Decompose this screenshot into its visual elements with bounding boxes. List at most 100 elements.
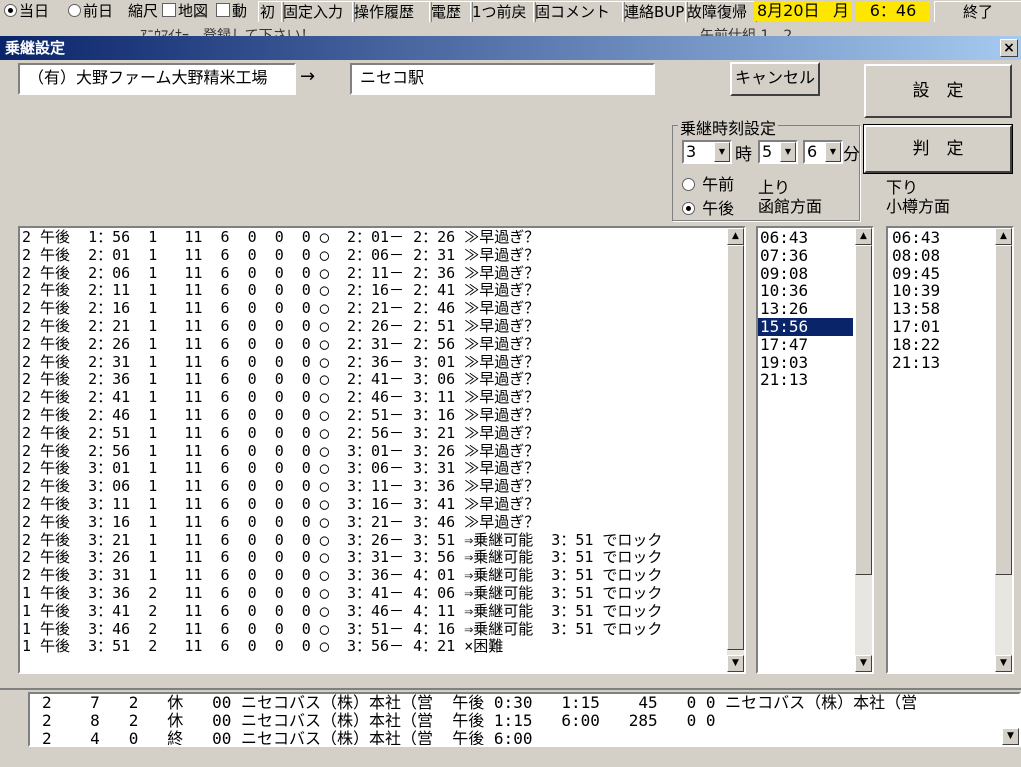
map-checkbox[interactable]: 地図 (162, 1, 208, 21)
list-item[interactable]: 17:47 (758, 335, 853, 354)
down-direction-label: 下り 小樽方面 (886, 178, 951, 216)
list-item[interactable]: 15:56 (758, 318, 853, 336)
list-item[interactable]: 1 午後 3：46 2 11 6 0 0 0 ◯ 3：51－ 4：16 ⇒乗継可… (22, 620, 744, 639)
list-item[interactable]: 2 午後 2：46 1 11 6 0 0 0 ◯ 2：51－ 3：16 ≫早過ぎ… (22, 406, 744, 425)
list-item[interactable]: 1 午後 3：36 2 11 6 0 0 0 ◯ 3：41－ 4：06 ⇒乗継可… (22, 584, 744, 603)
list-item[interactable]: 13:26 (758, 300, 853, 318)
chevron-down-icon: ▼ (780, 142, 796, 162)
cancel-button[interactable]: キャンセル (730, 62, 820, 96)
to-location-field[interactable]: ニセコ駅 (350, 63, 655, 95)
minute-tens-select[interactable]: 5 ▼ (758, 140, 798, 164)
list-item[interactable]: 2 午後 2：16 1 11 6 0 0 0 ◯ 2：21－ 2：46 ≫早過ぎ… (22, 299, 744, 318)
dialog-titlebar: 乗継設定 × (0, 36, 1021, 60)
list-item[interactable]: 2 午後 3：26 1 11 6 0 0 0 ◯ 3：31－ 3：56 ⇒乗継可… (22, 549, 744, 567)
list-item[interactable]: 18:22 (890, 335, 993, 354)
scroll-thumb[interactable] (727, 245, 744, 650)
transfer-result-list[interactable]: 2 午後 1：56 1 11 6 0 0 0 ◯ 2：01－ 2：26 ≫早過ぎ… (18, 226, 746, 674)
list-item[interactable]: 21:13 (890, 353, 993, 372)
operation-history-button[interactable]: 操作履歴 (352, 1, 432, 23)
list-item[interactable]: 2 8 2 休 00 ニセコバス（株）本社（営 午後 1:15 6:00 285… (42, 712, 1019, 730)
list-item[interactable]: 09:08 (758, 264, 853, 283)
radio-today[interactable]: 当日 (4, 1, 49, 21)
list-item[interactable]: 06:43 (758, 229, 853, 247)
list-item[interactable]: 2 午後 2：11 1 11 6 0 0 0 ◯ 2：16－ 2：41 ≫早過ぎ… (22, 282, 744, 300)
undo-button[interactable]: 1つ前戻 (470, 1, 536, 23)
fixed-input-button[interactable]: 固定入力 (281, 1, 355, 23)
list-item[interactable]: 2 午後 2：06 1 11 6 0 0 0 ◯ 2：11－ 2：36 ≫早過ぎ… (22, 264, 744, 283)
list-item[interactable]: 09:45 (890, 264, 993, 283)
checkbox-icon (216, 3, 230, 17)
list-item[interactable]: 13:58 (890, 300, 993, 318)
list-item[interactable]: 2 午後 3：11 1 11 6 0 0 0 ◯ 3：16－ 3：41 ≫早過ぎ… (22, 495, 744, 514)
list-item[interactable]: 07:36 (758, 246, 853, 265)
list-item[interactable]: 17:01 (890, 318, 993, 336)
close-button[interactable]: × (1000, 39, 1018, 57)
scroll-down-icon[interactable]: ▼ (995, 655, 1012, 672)
list-item[interactable]: 2 4 0 終 00 ニセコバス（株）本社（営 午後 6:00 (42, 730, 1019, 746)
divider (0, 688, 1021, 690)
list-item[interactable]: 2 午後 3：16 1 11 6 0 0 0 ◯ 3：21－ 3：46 ≫早過ぎ… (22, 513, 744, 532)
from-location-field[interactable]: （有）大野ファーム大野精米工場 (18, 63, 296, 95)
radio-icon (682, 178, 695, 191)
list-item[interactable]: 19:03 (758, 353, 853, 372)
down-list-scrollbar[interactable]: ▲ ▼ (995, 228, 1012, 672)
scroll-down-icon[interactable]: ▼ (727, 655, 744, 672)
fault-recovery-button[interactable]: 故障復帰 (685, 1, 757, 23)
list-item[interactable]: 2 午後 3：01 1 11 6 0 0 0 ◯ 3：06－ 3：31 ≫早過ぎ… (22, 460, 744, 478)
radio-prev-day[interactable]: 前日 (68, 1, 113, 21)
up-times-list[interactable]: 06:43 07:36 09:08 10:36 13:26 15:56 17:47 19:03… (756, 226, 874, 674)
status-left-text: ｱﾆｳﾏｲﾅｰ 登録して下さい！ (140, 28, 315, 36)
list-item[interactable]: 2 午後 2：26 1 11 6 0 0 0 ◯ 2：31－ 2：56 ≫早過ぎ… (22, 335, 744, 354)
comment-button[interactable]: 固コメント (533, 1, 625, 23)
list-item[interactable]: 2 午後 3：21 1 11 6 0 0 0 ◯ 3：26－ 3：51 ⇒乗継可… (22, 531, 744, 550)
scroll-down-icon[interactable]: ▼ (1002, 728, 1019, 745)
scroll-thumb[interactable] (855, 245, 872, 575)
schedule-list[interactable]: 2 7 2 休 00 ニセコバス（株）本社（営 午後 0:30 1:15 45 … (28, 692, 1021, 747)
scroll-down-icon[interactable]: ▼ (855, 655, 872, 672)
list-item[interactable]: 2 午後 2：01 1 11 6 0 0 0 ◯ 2：06－ 2：31 ≫早過ぎ… (22, 246, 744, 265)
list-item[interactable]: 2 午後 3：31 1 11 6 0 0 0 ◯ 3：36－ 4：01 ⇒乗継可… (22, 566, 744, 585)
pm-radio[interactable]: 午後 (682, 195, 734, 219)
list-item[interactable]: 2 午後 2：56 1 11 6 0 0 0 ◯ 3：01－ 3：26 ≫早過ぎ… (22, 442, 744, 461)
up-direction-label: 上り 函館方面 (758, 178, 823, 216)
time-display: 6：46 (856, 1, 930, 21)
scroll-up-icon[interactable]: ▲ (727, 228, 744, 245)
list-item[interactable]: 10:39 (890, 282, 993, 300)
hour-select[interactable]: 3 ▼ (682, 140, 732, 164)
hour-unit: 時 (735, 145, 752, 165)
list-item[interactable]: 2 午後 2：51 1 11 6 0 0 0 ◯ 2：56－ 3：21 ≫早過ぎ… (22, 424, 744, 443)
up-list-scrollbar[interactable]: ▲ ▼ (855, 228, 872, 672)
set-button[interactable]: 設 定 (864, 64, 1012, 118)
list-item[interactable]: 2 午後 2：41 1 11 6 0 0 0 ◯ 2：46－ 3：11 ≫早過ぎ… (22, 388, 744, 407)
scroll-thumb[interactable] (995, 245, 1012, 575)
scroll-up-icon[interactable]: ▲ (995, 228, 1012, 245)
dialog-title: 乗継設定 (5, 39, 66, 57)
list-item[interactable]: 2 午後 2：31 1 11 6 0 0 0 ◯ 2：36－ 3：01 ≫早過ぎ… (22, 353, 744, 372)
move-checkbox[interactable]: 動 (216, 1, 247, 21)
list-item[interactable]: 2 7 2 休 00 ニセコバス（株）本社（営 午後 0:30 1:15 45 … (42, 694, 1019, 712)
minute-ones-select[interactable]: 6 ▼ (803, 140, 843, 164)
status-strip: ｱﾆｳﾏｲﾅｰ 登録して下さい！ 午前仕組 1 2 (0, 22, 1021, 36)
shrink-button[interactable]: 縮尺 (128, 1, 158, 21)
list-item[interactable]: 21:13 (758, 371, 853, 389)
weekday-display: 月 (830, 1, 852, 21)
am-radio[interactable]: 午前 (682, 171, 734, 195)
list-item[interactable]: 2 午後 2：21 1 11 6 0 0 0 ◯ 2：26－ 2：51 ≫早過ぎ… (22, 317, 744, 336)
list-item[interactable]: 06:43 (890, 229, 993, 247)
call-history-button[interactable]: 電歴 (429, 1, 473, 23)
chevron-down-icon: ▼ (825, 142, 841, 162)
judge-button[interactable]: 判 定 (864, 125, 1012, 173)
result-list-scrollbar[interactable]: ▲ ▼ (727, 228, 744, 672)
list-item[interactable]: 2 午後 3：06 1 11 6 0 0 0 ◯ 3：11－ 3：36 ≫早過ぎ… (22, 477, 744, 496)
exit-button[interactable]: 終了 (934, 1, 1021, 23)
radio-icon (4, 4, 17, 17)
list-item[interactable]: 08:08 (890, 246, 993, 265)
list-item[interactable]: 10:36 (758, 282, 853, 300)
list-item[interactable]: 2 午後 1：56 1 11 6 0 0 0 ◯ 2：01－ 2：26 ≫早過ぎ… (22, 228, 744, 247)
list-item[interactable]: 2 午後 2：36 1 11 6 0 0 0 ◯ 2：41－ 3：06 ≫早過ぎ… (22, 371, 744, 389)
list-item[interactable]: 1 午後 3：41 2 11 6 0 0 0 ◯ 3：46－ 4：11 ⇒乗継可… (22, 602, 744, 621)
scroll-up-icon[interactable]: ▲ (855, 228, 872, 245)
down-times-list[interactable]: 06:43 08:08 09:45 10:39 13:58 17:01 18:22 21:13… (886, 226, 1014, 674)
contact-bup-button[interactable]: 連絡BUP (622, 1, 688, 23)
list-item[interactable]: 1 午後 3：51 2 11 6 0 0 0 ◯ 3：56－ 4：21 ×困難 (22, 638, 744, 656)
